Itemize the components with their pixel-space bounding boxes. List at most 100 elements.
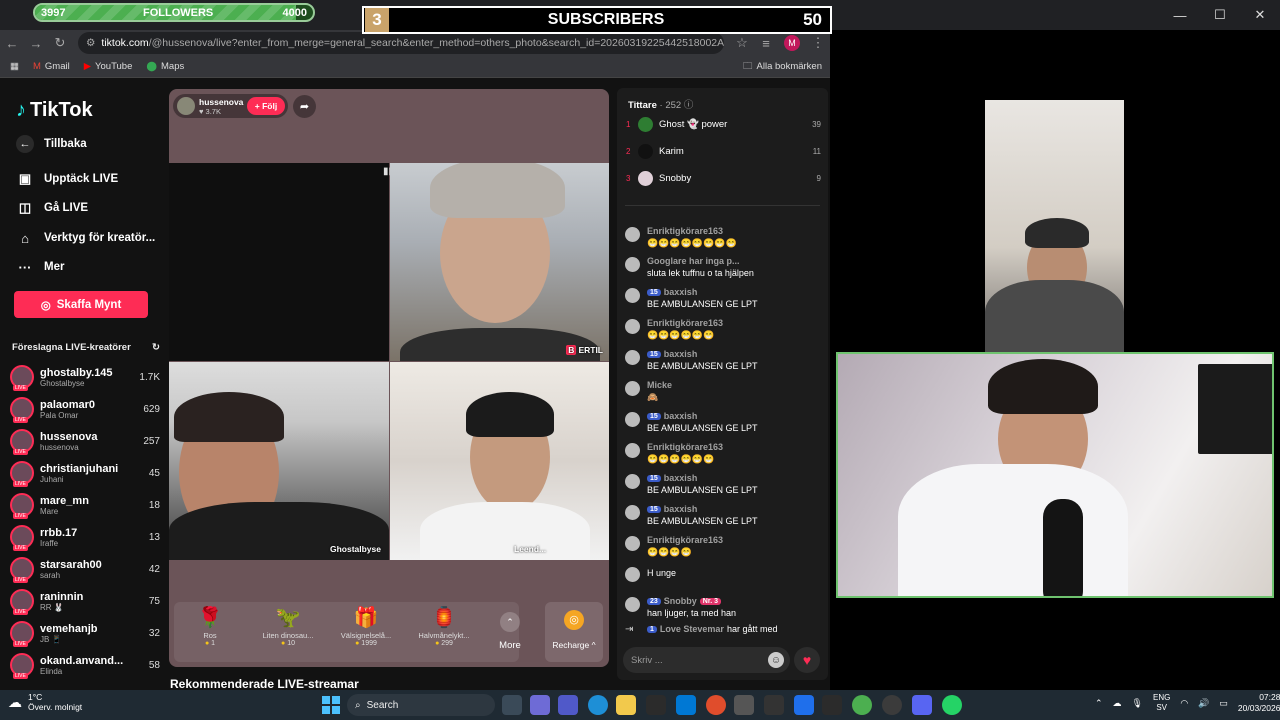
nav-ga-live[interactable]: ◫ Gå LIVE [16,199,88,217]
battery-icon[interactable]: ▭ [1219,698,1228,709]
creator-item[interactable]: vemehanjbJB 📱 32 [10,618,160,648]
chat-avatar[interactable] [625,227,640,242]
terminal-icon[interactable] [822,695,842,715]
obs-icon[interactable] [764,695,784,715]
chat-username[interactable]: Micke [647,380,672,390]
creator-item[interactable]: hussenovahussenova 257 [10,426,160,456]
back-button[interactable]: ← Tillbaka [16,135,87,153]
refresh-icon[interactable]: ↻ [152,342,160,353]
chat-username[interactable]: Snobby [664,596,697,606]
guest-tile-empty[interactable] [169,163,389,361]
creator-item[interactable]: rrbb.17Iraffe 13 [10,522,160,552]
chat-username[interactable]: Enriktigkörare163 [647,226,723,236]
weather-widget[interactable]: ☁ 1°C Överv. molnigt [8,692,82,712]
more-gifts-button[interactable]: ⌃ More [495,612,525,651]
bookmark-youtube[interactable]: ▶ YouTube [84,61,133,72]
bookmark-maps[interactable]: ⬤ Maps [146,61,184,72]
profile-avatar[interactable]: M [784,35,800,51]
chat-avatar[interactable] [625,319,640,334]
chevron-up-icon[interactable]: ⌃ [1095,698,1103,709]
forward-arrow-icon[interactable]: → [24,36,48,51]
chat-avatar[interactable] [625,567,640,582]
browser-menu-icon[interactable]: ⋮ [806,35,830,51]
creator-item[interactable]: christianjuhaniJuhani 45 [10,458,160,488]
vscode-icon[interactable] [794,695,814,715]
chat-avatar[interactable] [625,505,640,520]
gift-item[interactable]: 🏮 Halvmånelykt...299 [408,605,480,647]
recharge-button[interactable]: ◎ Recharge ^ [545,602,603,662]
heart-icon[interactable]: ♥ [794,647,820,673]
file-explorer-icon[interactable] [616,695,636,715]
creator-item[interactable]: raninninRR 🐰 75 [10,586,160,616]
nav-more[interactable]: ··· Mer [16,258,65,276]
back-arrow-icon[interactable]: ← [0,36,24,51]
wifi-icon[interactable]: ◠ [1180,698,1188,709]
chat-username[interactable]: Enriktigkörare163 [647,535,723,545]
chrome-icon[interactable] [852,695,872,715]
tiktok-logo[interactable]: ♪ TikTok [16,99,93,122]
chat-avatar[interactable] [625,412,640,427]
store-icon[interactable] [646,695,666,715]
top-viewer-item[interactable]: 3 Snobby 9 [626,171,821,186]
chat-avatar[interactable] [625,350,640,365]
chat-input[interactable]: Skriv ... [623,647,790,673]
chat-avatar[interactable] [625,536,640,551]
guest-tile-leend[interactable]: Leend... [390,362,609,560]
chat-username[interactable]: baxxish [664,504,698,514]
obs-studio-icon[interactable] [882,695,902,715]
site-info-icon[interactable]: ⚙ [86,37,95,49]
media-controls-icon[interactable]: ≡ [754,36,778,51]
gift-item[interactable]: 🎁 Välsignelselå...1999 [330,605,402,647]
chat-avatar[interactable] [625,597,640,612]
emoji-icon[interactable]: ☺ [768,652,784,668]
guest-tile-ghostalby[interactable]: Ghostalbyse [169,362,389,560]
discord-icon[interactable] [912,695,932,715]
close-icon[interactable]: ✕ [1240,7,1280,23]
microphone-icon[interactable]: 🎙 [1132,698,1143,709]
info-icon[interactable]: ⓘ [684,100,694,111]
maximize-icon[interactable]: ☐ [1200,7,1240,23]
clock[interactable]: 07:28 20/03/2026 [1238,692,1280,714]
whatsapp-icon[interactable] [942,695,962,715]
url-input[interactable]: ⚙ tiktok.com /@hussenova/live?enter_from… [78,32,724,54]
apps-grid-icon[interactable]: ▦ [10,61,19,72]
gift-item[interactable]: 🦖 Liten dinosau...10 [252,605,324,647]
top-viewer-item[interactable]: 2 Karim 11 [626,144,821,159]
guest-tile-ertil[interactable]: B ERTIL [390,163,609,361]
teams-icon[interactable] [558,695,578,715]
mail-icon[interactable] [676,695,696,715]
all-bookmarks[interactable]: 🗀 Alla bokmärken [743,59,822,75]
bookmark-gmail[interactable]: M Gmail [33,61,70,72]
chat-username[interactable]: Googlare har inga p... [647,256,740,266]
app-icon[interactable] [734,695,754,715]
get-coins-button[interactable]: ◎ Skaffa Mynt [14,291,148,318]
chat-username[interactable]: baxxish [664,287,698,297]
language-indicator[interactable]: ENG SV [1153,693,1170,713]
minimize-icon[interactable]: — [1160,8,1200,23]
chat-username[interactable]: baxxish [664,473,698,483]
creator-item[interactable]: mare_mnMare 18 [10,490,160,520]
bookmark-star-icon[interactable]: ☆ [730,35,754,51]
edge-icon[interactable] [588,695,608,715]
chat-avatar[interactable] [625,474,640,489]
creator-item[interactable]: palaomar0Pala Omar 629 [10,394,160,424]
gift-item[interactable]: 🌹 Ros1 [174,605,246,647]
chat-username[interactable]: Enriktigkörare163 [647,442,723,452]
reload-icon[interactable]: ↻ [48,35,72,51]
nav-tools[interactable]: ⌂ Verktyg för kreatör... [16,229,155,247]
share-icon[interactable]: ➦ [293,95,316,118]
task-view-icon[interactable] [502,695,522,715]
chat-avatar[interactable] [625,443,640,458]
top-viewer-item[interactable]: 1 Ghost 👻 power 39 [626,117,821,132]
host-avatar[interactable] [177,97,195,115]
creator-item[interactable]: starsarah00sarah 42 [10,554,160,584]
follow-button[interactable]: + Följ [247,97,285,115]
chat-avatar[interactable] [625,381,640,396]
chat-username[interactable]: Enriktigkörare163 [647,318,723,328]
windows-start-icon[interactable] [322,696,340,714]
creator-item[interactable]: ghostalby.145Ghostalbyse 1.7K [10,362,160,392]
chat-username[interactable]: baxxish [664,349,698,359]
chat-avatar[interactable] [625,257,640,272]
volume-icon[interactable]: 🔊 [1198,698,1209,709]
onedrive-icon[interactable]: ☁ [1113,698,1122,709]
